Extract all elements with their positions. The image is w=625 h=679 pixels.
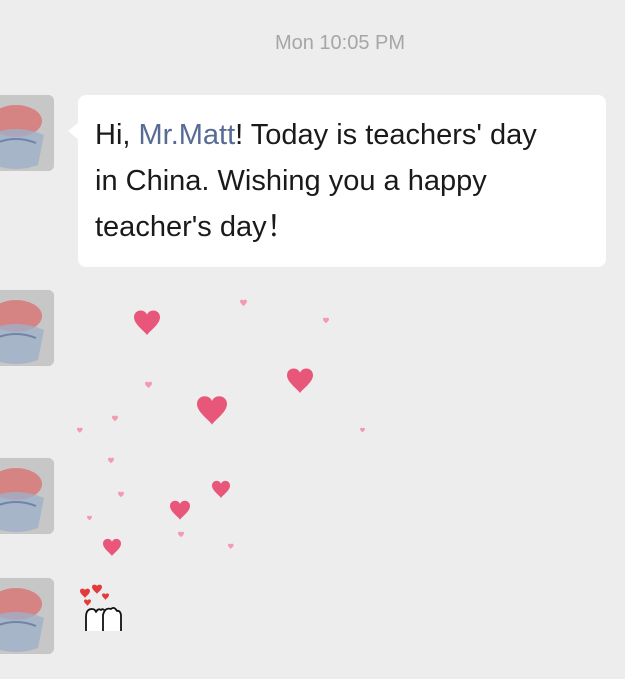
heart-icon xyxy=(323,317,329,324)
heart-icon xyxy=(77,427,83,434)
heart-icon xyxy=(197,396,227,425)
heart-icons xyxy=(103,310,313,557)
avatar-image xyxy=(0,578,54,654)
hands-icon xyxy=(85,606,122,631)
heart-icon xyxy=(170,500,190,520)
heart-icon xyxy=(102,593,109,600)
heart-icon xyxy=(112,415,118,422)
heart-icon xyxy=(360,427,365,433)
heart-icon xyxy=(84,599,91,606)
sender-avatar[interactable] xyxy=(0,578,54,654)
heart-icon xyxy=(134,310,160,336)
sender-avatar[interactable] xyxy=(0,95,54,171)
avatar-image xyxy=(0,458,54,534)
heart-icon xyxy=(178,531,184,538)
heart-icon xyxy=(212,480,230,499)
heart-icon xyxy=(108,457,114,464)
message-text: ! Today is teachers' day xyxy=(235,119,537,151)
timestamp: Mon 10:05 PM xyxy=(274,32,406,54)
message-line-1: Hi, Mr.Matt! Today is teachers' day xyxy=(95,112,606,158)
heart-icon xyxy=(228,543,234,550)
heart-icon xyxy=(240,299,247,307)
heart-icon xyxy=(87,515,92,521)
heart-icon xyxy=(92,584,102,594)
avatar-image xyxy=(0,95,54,171)
message-line-3: teacher's day！ xyxy=(95,211,296,243)
hands-with-hearts-sticker[interactable] xyxy=(74,583,128,635)
floating-hearts-sticker[interactable] xyxy=(70,288,380,568)
small-heart-icons xyxy=(77,299,365,550)
heart-icon xyxy=(80,588,90,598)
message-line-2: in China. Wishing you a happy xyxy=(95,165,487,197)
sender-avatar[interactable] xyxy=(0,290,54,366)
avatar-image xyxy=(0,290,54,366)
heart-icons xyxy=(80,584,109,606)
heart-icon xyxy=(118,491,124,498)
sender-avatar[interactable] xyxy=(0,458,54,534)
message-bubble[interactable]: Hi, Mr.Matt! Today is teachers' day in C… xyxy=(68,95,606,267)
heart-icon xyxy=(287,368,313,394)
greeting-text: Hi, xyxy=(95,119,139,151)
mention-link[interactable]: Mr.Matt xyxy=(139,119,236,151)
heart-icon xyxy=(145,381,152,389)
heart-icon xyxy=(103,538,121,557)
